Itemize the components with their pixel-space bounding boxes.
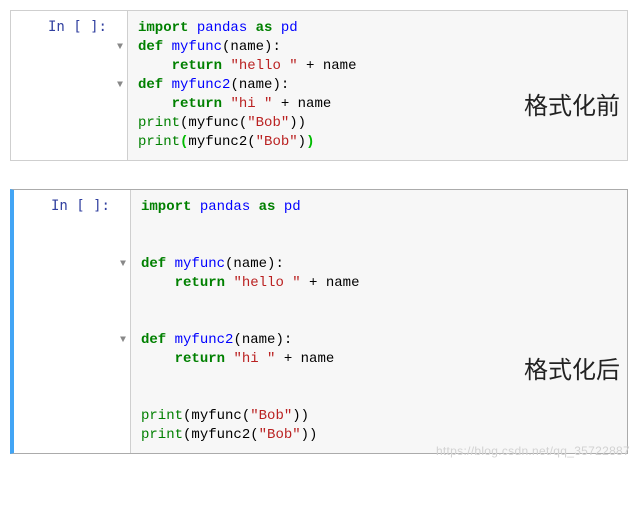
fold-arrow-icon[interactable]: ▼ — [113, 76, 127, 95]
fold-gutter: ▼ ▼ — [116, 190, 130, 453]
watermark-text: https://blog.csdn.net/qq_35722887 — [436, 444, 630, 458]
fold-gutter: ▼ ▼ — [113, 11, 127, 160]
kw-import: import — [138, 20, 188, 36]
fold-arrow-icon[interactable]: ▼ — [113, 38, 127, 57]
annotation-before: 格式化前 — [524, 86, 620, 121]
fold-arrow-icon[interactable]: ▼ — [116, 255, 130, 274]
annotation-after: 格式化后 — [524, 350, 620, 385]
input-prompt: In [ ]: — [14, 190, 116, 453]
code-cell-after: In [ ]: ▼ ▼ import pandas as pd def myfu… — [10, 189, 628, 454]
input-prompt: In [ ]: — [11, 11, 113, 160]
code-editor[interactable]: import pandas as pd def myfunc(name): re… — [130, 190, 627, 453]
fold-arrow-icon[interactable]: ▼ — [116, 331, 130, 350]
